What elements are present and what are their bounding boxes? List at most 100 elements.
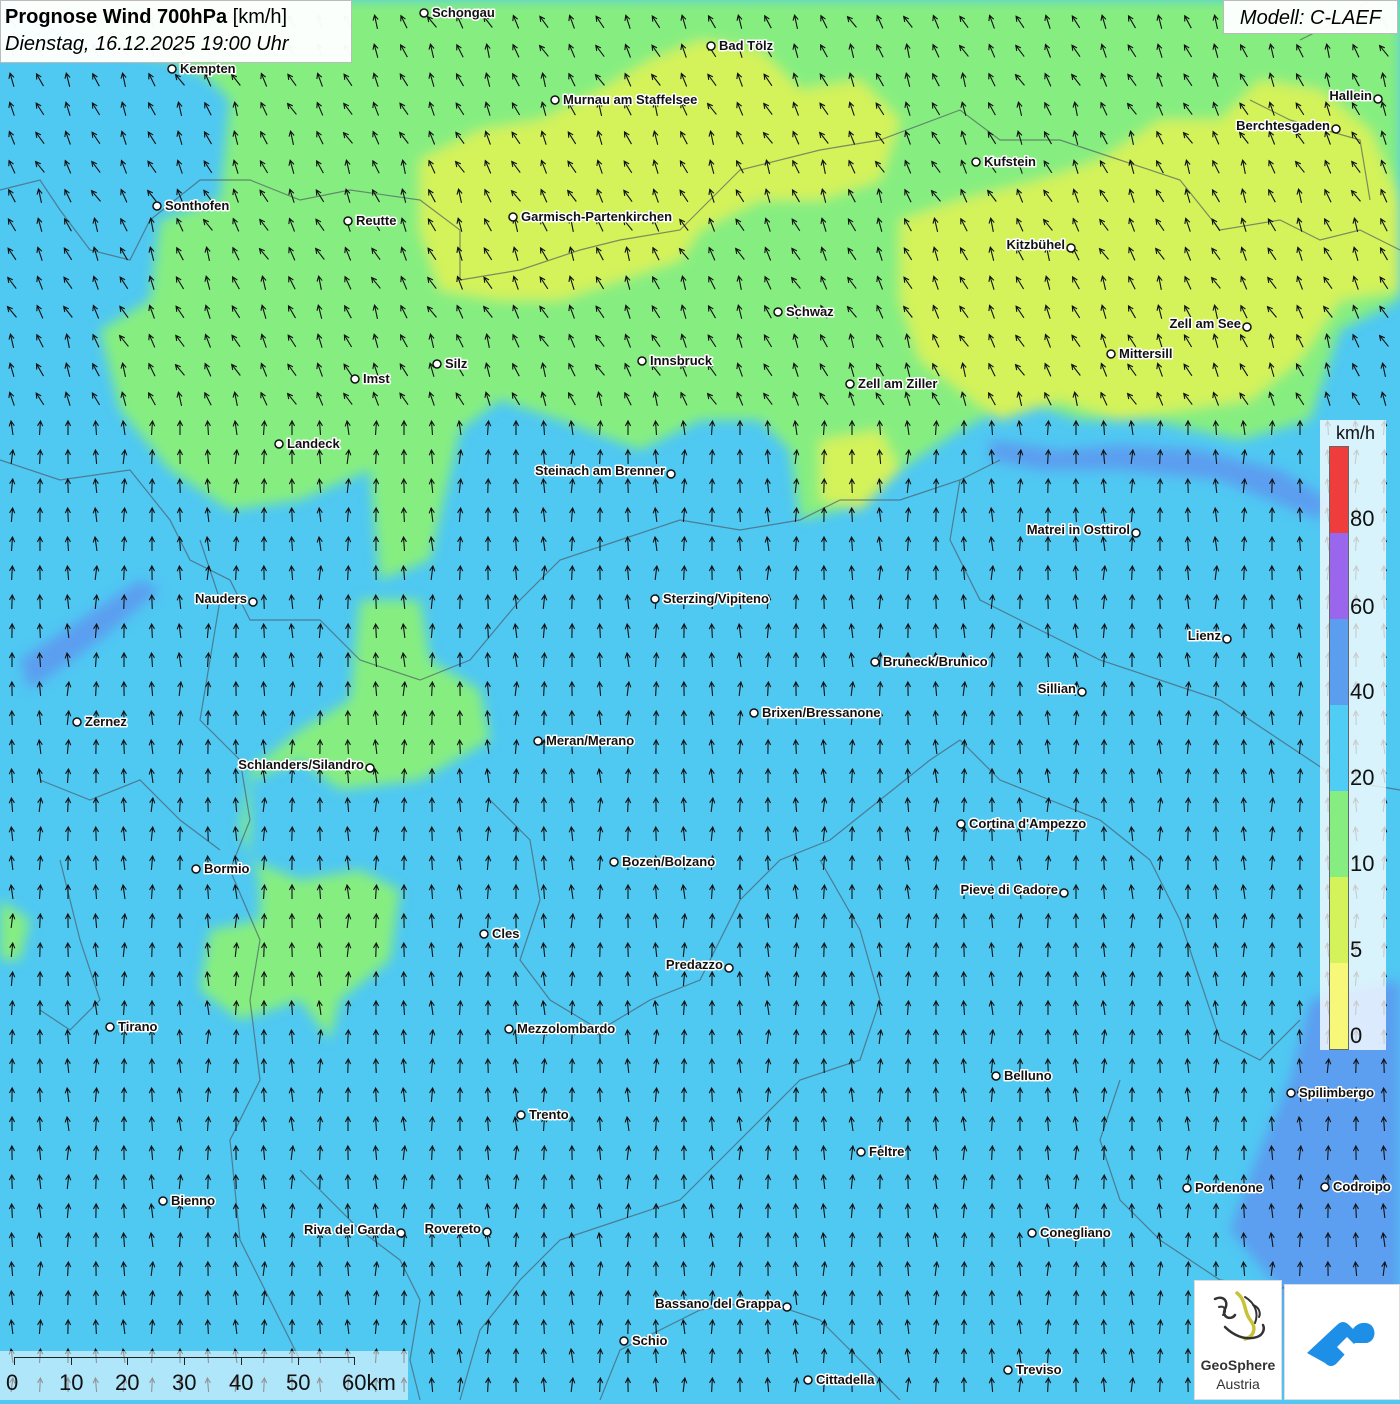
- city-dot[interactable]: [609, 857, 619, 867]
- legend-color-step: [1330, 447, 1348, 533]
- legend-color-bar: [1329, 446, 1349, 1050]
- city-dot[interactable]: [533, 736, 543, 746]
- city-dot[interactable]: [1131, 528, 1141, 538]
- title-unit: [km/h]: [232, 6, 288, 28]
- city-dot[interactable]: [870, 657, 880, 667]
- scale-tick: [298, 1357, 299, 1365]
- city-dot[interactable]: [971, 157, 981, 167]
- city-dot[interactable]: [508, 212, 518, 222]
- city-label: Bruneck/Brunico: [883, 654, 988, 669]
- city-dot[interactable]: [432, 359, 442, 369]
- city-dot[interactable]: [1059, 888, 1069, 898]
- city-dot[interactable]: [706, 41, 716, 51]
- city-dot[interactable]: [637, 356, 647, 366]
- city-dot[interactable]: [365, 763, 375, 773]
- scale-tick: [14, 1357, 15, 1365]
- geosphere-logo[interactable]: GeoSphere Austria: [1194, 1280, 1282, 1400]
- city-label: Meran/Merano: [546, 733, 634, 748]
- legend-color-step: [1330, 533, 1348, 619]
- city-dot[interactable]: [1027, 1228, 1037, 1238]
- city-dot[interactable]: [1331, 124, 1341, 134]
- scale-tick: [354, 1357, 355, 1365]
- city-label: Rovereto: [425, 1221, 481, 1236]
- city-dot[interactable]: [479, 929, 489, 939]
- city-dot[interactable]: [504, 1024, 514, 1034]
- city-dot[interactable]: [1182, 1183, 1192, 1193]
- city-label: Conegliano: [1040, 1225, 1111, 1240]
- legend-color-step: [1330, 963, 1348, 1049]
- city-dot[interactable]: [248, 597, 258, 607]
- legend-color-step: [1330, 791, 1348, 877]
- city-dot[interactable]: [619, 1336, 629, 1346]
- scale-tick: [71, 1357, 72, 1365]
- city-dot[interactable]: [419, 8, 429, 18]
- city-dot[interactable]: [803, 1375, 813, 1385]
- city-label: Berchtesgaden: [1236, 118, 1330, 133]
- legend-color-step: [1330, 619, 1348, 705]
- city-dot[interactable]: [158, 1196, 168, 1206]
- city-dot[interactable]: [396, 1228, 406, 1238]
- city-label: Pordenone: [1195, 1180, 1263, 1195]
- wind-map[interactable]: Schongau Bad Tölz Kempten Murnau am Staffel…: [0, 0, 1400, 1400]
- scale-label: 0: [6, 1370, 19, 1395]
- legend-label: 10: [1350, 851, 1375, 876]
- city-dot[interactable]: [1077, 687, 1087, 697]
- city-label: Cles: [492, 926, 519, 941]
- city-dot[interactable]: [550, 95, 560, 105]
- city-dot[interactable]: [274, 439, 284, 449]
- city-dot[interactable]: [1222, 634, 1232, 644]
- city-dot[interactable]: [152, 201, 162, 211]
- city-label: Brixen/Bressanone: [762, 705, 881, 720]
- city-dot[interactable]: [1066, 243, 1076, 253]
- city-dot[interactable]: [1286, 1088, 1296, 1098]
- scale-tick: [127, 1357, 128, 1365]
- city-label: Bad Tölz: [719, 38, 774, 53]
- city-label: Zell am See: [1169, 316, 1241, 331]
- title-main: Prognose Wind 700hPa: [5, 6, 228, 28]
- city-label: Kitzbühel: [1007, 237, 1066, 252]
- city-dot[interactable]: [856, 1147, 866, 1157]
- city-dot[interactable]: [72, 717, 82, 727]
- city-label: Tirano: [118, 1019, 158, 1034]
- scale-tick: [241, 1357, 242, 1365]
- city-dot[interactable]: [1373, 94, 1383, 104]
- city-dot[interactable]: [773, 307, 783, 317]
- city-dot[interactable]: [105, 1022, 115, 1032]
- city-dot[interactable]: [1106, 349, 1116, 359]
- city-label: Zernez: [85, 714, 127, 729]
- city-dot[interactable]: [1242, 322, 1252, 332]
- city-dot[interactable]: [1320, 1182, 1330, 1192]
- city-dot[interactable]: [782, 1302, 792, 1312]
- city-label: Innsbruck: [650, 353, 713, 368]
- city-label: Matrei in Osttirol: [1027, 522, 1130, 537]
- city-dot[interactable]: [191, 864, 201, 874]
- city-dot[interactable]: [749, 708, 759, 718]
- scale-label: 40: [229, 1370, 254, 1395]
- city-label: Kempten: [180, 61, 236, 76]
- city-dot[interactable]: [167, 64, 177, 74]
- scale-label: 30: [172, 1370, 197, 1395]
- weather-app-logo[interactable]: [1284, 1284, 1400, 1400]
- scale-tick: [184, 1357, 185, 1365]
- city-dot[interactable]: [350, 374, 360, 384]
- scale-label: 50: [286, 1370, 311, 1395]
- city-dot[interactable]: [991, 1071, 1001, 1081]
- legend-label: 0: [1350, 1023, 1363, 1048]
- city-dot[interactable]: [1003, 1365, 1013, 1375]
- city-label: Steinach am Brenner: [535, 463, 665, 478]
- city-label: Bormio: [204, 861, 250, 876]
- city-dot[interactable]: [724, 963, 734, 973]
- city-dot[interactable]: [482, 1227, 492, 1237]
- city-dot[interactable]: [343, 216, 353, 226]
- geosphere-emblem-icon: [1213, 1291, 1265, 1341]
- city-dot[interactable]: [650, 594, 660, 604]
- city-dot[interactable]: [666, 469, 676, 479]
- city-label: Bassano del Grappa: [655, 1296, 781, 1311]
- city-dot[interactable]: [516, 1110, 526, 1120]
- city-dot[interactable]: [845, 379, 855, 389]
- city-label: Spilimbergo: [1299, 1085, 1374, 1100]
- legend-label: 5: [1350, 937, 1363, 962]
- city-dot[interactable]: [956, 819, 966, 829]
- scale-label: 20: [115, 1370, 140, 1395]
- city-label: Belluno: [1004, 1068, 1052, 1083]
